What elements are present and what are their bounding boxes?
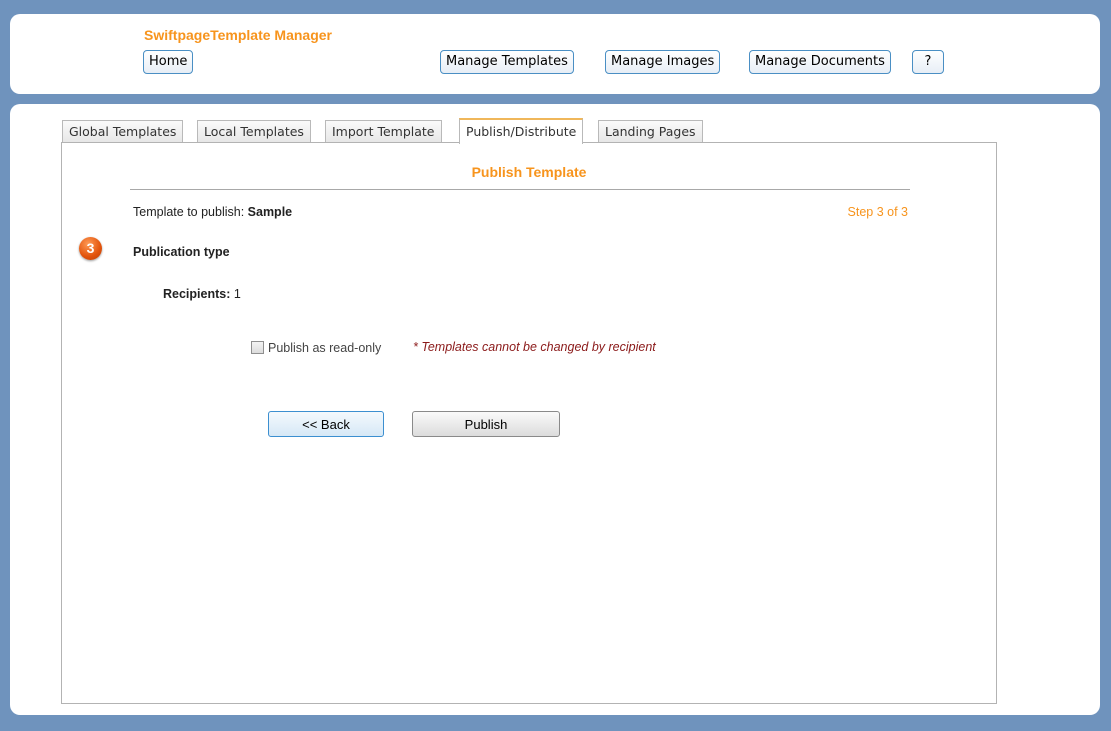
recipients-label: Recipients:: [163, 287, 231, 301]
main-panel: Global Templates Local Templates Import …: [10, 104, 1100, 715]
tab-local-templates[interactable]: Local Templates: [197, 120, 311, 143]
header-panel: SwiftpageTemplate Manager Home Manage Te…: [10, 14, 1100, 94]
publication-type-label: Publication type: [133, 245, 230, 259]
step-number-badge: 3: [79, 237, 102, 260]
tab-import-template[interactable]: Import Template: [325, 120, 442, 143]
publish-content: Publish Template Template to publish: Sa…: [61, 142, 997, 704]
title-divider: [130, 189, 910, 190]
manage-templates-button[interactable]: Manage Templates: [440, 50, 574, 74]
template-label: Template to publish:: [133, 205, 248, 219]
tab-landing-pages[interactable]: Landing Pages: [598, 120, 703, 143]
help-button[interactable]: ?: [912, 50, 944, 74]
manage-images-button[interactable]: Manage Images: [605, 50, 721, 74]
readonly-label[interactable]: Publish as read-only: [268, 341, 381, 355]
recipients-count: Recipients: 1: [163, 287, 241, 301]
template-to-publish: Template to publish: Sample: [133, 205, 292, 219]
app-title: SwiftpageTemplate Manager: [144, 27, 333, 43]
step-indicator: Step 3 of 3: [847, 205, 908, 219]
readonly-note: * Templates cannot be changed by recipie…: [413, 340, 656, 354]
template-name: Sample: [247, 205, 293, 219]
tab-global-templates[interactable]: Global Templates: [62, 120, 184, 143]
home-button[interactable]: Home: [143, 50, 194, 74]
manage-documents-button[interactable]: Manage Documents: [749, 50, 891, 74]
tab-publish-distribute[interactable]: Publish/Distribute: [459, 118, 584, 144]
publish-button[interactable]: Publish: [412, 411, 560, 437]
back-button[interactable]: << Back: [268, 411, 384, 437]
readonly-checkbox[interactable]: [251, 341, 264, 354]
section-title: Publish Template: [471, 164, 587, 180]
recipients-value: 1: [233, 287, 241, 301]
